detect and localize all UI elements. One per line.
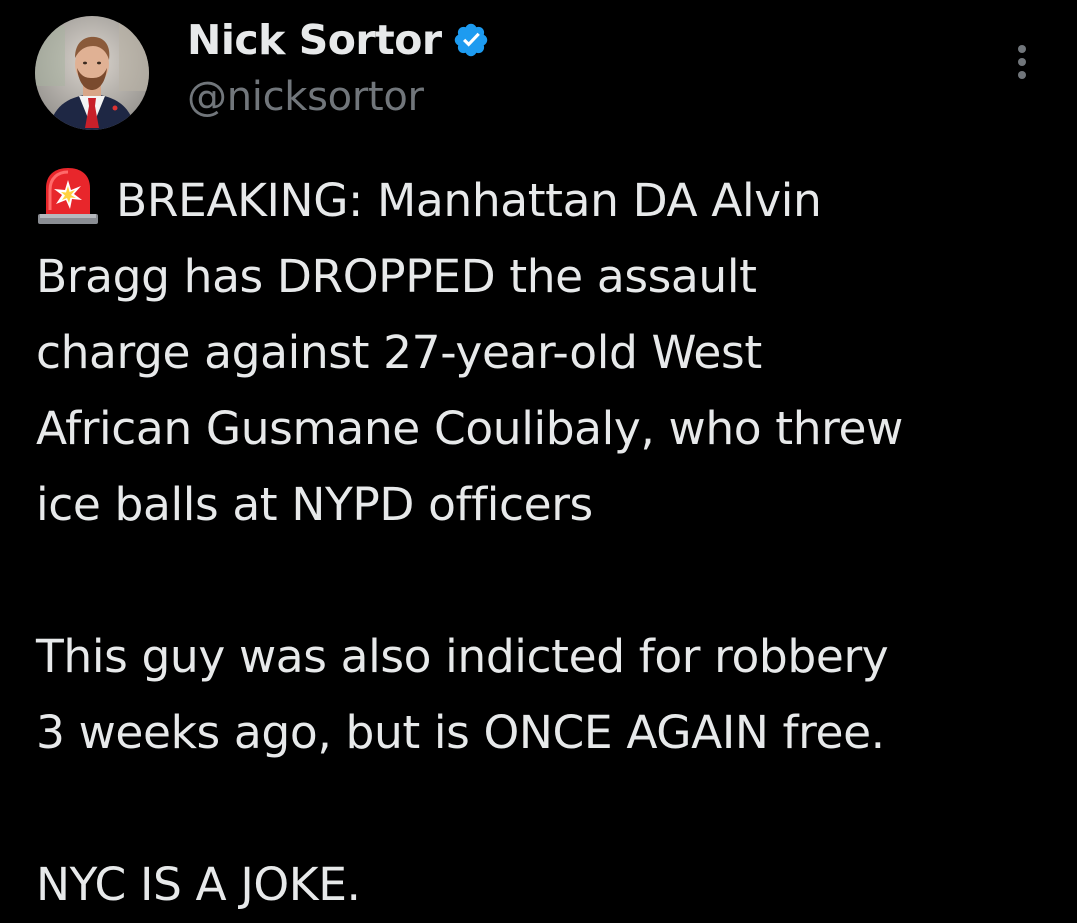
tweet-line: This guy was also indicted for robbery (36, 630, 889, 683)
tweet-line: Bragg has DROPPED the assault (36, 250, 757, 303)
tweet-paragraph: BREAKING: Manhattan DA Alvin Bragg has D… (36, 163, 1066, 543)
tweet-line: charge against 27-year-old West (36, 326, 762, 379)
author-handle[interactable]: @nicksortor (187, 74, 424, 120)
more-options-icon (1018, 45, 1026, 79)
tweet-line: African Gusmane Coulibaly, who threw (36, 402, 903, 455)
profile-photo-icon (35, 16, 149, 130)
tweet-line: NYC IS A JOKE. (36, 858, 361, 911)
author-display-name[interactable]: Nick Sortor (187, 16, 442, 64)
tweet-line: 3 weeks ago, but is ONCE AGAIN free. (36, 706, 885, 759)
rotating-light-icon (36, 164, 100, 224)
verified-badge-icon[interactable] (452, 21, 490, 59)
tweet-paragraph: NYC IS A JOKE. (36, 847, 1066, 923)
tweet-paragraph: This guy was also indicted for robbery 3… (36, 619, 1066, 771)
author-name-row: Nick Sortor (187, 14, 490, 66)
tweet-text: BREAKING: Manhattan DA Alvin Bragg has D… (36, 163, 1066, 923)
tweet: Nick Sortor @nicksortor BREAKING: Manhat… (0, 0, 1077, 913)
author-avatar[interactable] (35, 16, 149, 130)
tweet-line: ice balls at NYPD officers (36, 478, 593, 531)
tweet-line: BREAKING: Manhattan DA Alvin (36, 163, 1066, 239)
more-options-button[interactable] (1002, 42, 1042, 84)
